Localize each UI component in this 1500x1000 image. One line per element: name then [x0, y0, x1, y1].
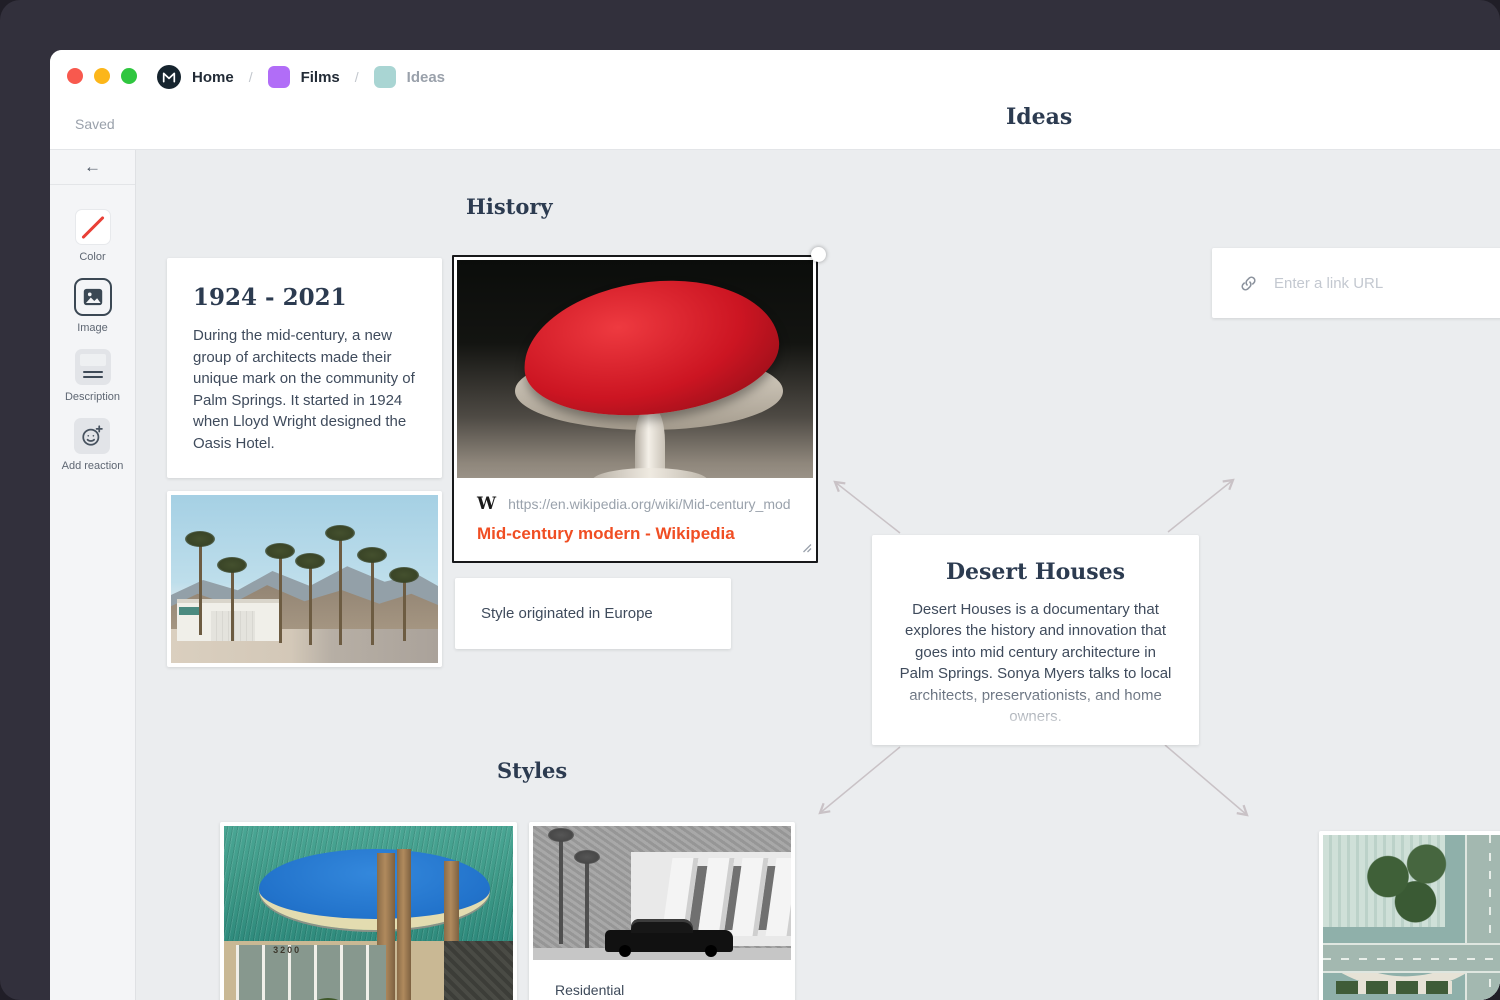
- link-url-input[interactable]: [1272, 274, 1492, 293]
- connector-arrow-bottom-left[interactable]: [820, 747, 900, 813]
- breadcrumb-item-films[interactable]: Films: [301, 69, 340, 86]
- link-icon: [1239, 274, 1258, 293]
- connector-arrow-top-right[interactable]: [1168, 480, 1233, 532]
- note-title: 1924 - 2021: [193, 284, 416, 311]
- connector-arrow-bottom-right[interactable]: [1165, 745, 1247, 815]
- link-url-text: https://en.wikipedia.org/wiki/Mid-centur…: [508, 496, 790, 512]
- resize-handle-icon[interactable]: [801, 540, 812, 558]
- description-icon: [75, 349, 111, 385]
- collapse-sidebar-button[interactable]: ←: [50, 150, 135, 185]
- note-title: Desert Houses: [896, 559, 1175, 585]
- note-text: Style originated in Europe: [481, 605, 653, 622]
- tool-label: Image: [77, 322, 108, 334]
- photo-sign-text: 3200: [273, 945, 301, 955]
- toolbar-sidebar: ← Color Image: [50, 150, 136, 1000]
- palm-springs-street-photo: [171, 495, 438, 663]
- image-card-residential[interactable]: Residential: [529, 822, 795, 1000]
- tool-color[interactable]: Color: [75, 209, 111, 263]
- link-title[interactable]: Mid-century modern - Wikipedia: [477, 524, 793, 544]
- section-heading-styles[interactable]: Styles: [497, 758, 567, 783]
- image-card-palm-springs[interactable]: [167, 491, 442, 667]
- breadcrumb: Home / Films / Ideas: [157, 64, 445, 90]
- image-card-aerial[interactable]: [1319, 831, 1500, 1000]
- link-input-card[interactable]: [1212, 248, 1500, 318]
- note-card-desert-houses[interactable]: Desert Houses Desert Houses is a documen…: [872, 535, 1199, 745]
- link-card-wikipedia[interactable]: W https://en.wikipedia.org/wiki/Mid-cent…: [452, 255, 818, 563]
- note-card-style-origin[interactable]: Style originated in Europe: [455, 578, 731, 649]
- text-fade-overlay: [872, 681, 1199, 745]
- board-swatch-ideas[interactable]: [374, 66, 396, 88]
- tool-description[interactable]: Description: [65, 349, 120, 403]
- tool-label: Add reaction: [62, 460, 124, 472]
- wikipedia-favicon-icon: W: [477, 494, 496, 514]
- breadcrumb-separator: /: [355, 69, 359, 85]
- screen-background: Home / Films / Ideas Saved Ideas ← Color: [0, 0, 1500, 1000]
- tulip-chair-photo: [457, 260, 813, 478]
- header: Home / Films / Ideas Saved Ideas: [50, 50, 1500, 150]
- close-window-button[interactable]: [67, 68, 83, 84]
- breadcrumb-item-home[interactable]: Home: [192, 69, 234, 86]
- image-card-canopy-building[interactable]: 3200: [220, 822, 517, 1000]
- image-caption: Residential: [555, 982, 791, 998]
- tool-add-reaction[interactable]: Add reaction: [62, 418, 124, 472]
- app-window: Home / Films / Ideas Saved Ideas ← Color: [50, 50, 1500, 1000]
- color-swatch-icon: [75, 209, 111, 245]
- add-reaction-icon: [74, 418, 110, 454]
- board-swatch-films[interactable]: [268, 66, 290, 88]
- zoom-window-button[interactable]: [121, 68, 137, 84]
- tool-label: Description: [65, 391, 120, 403]
- canopy-building-photo: 3200: [224, 826, 513, 1000]
- window-controls: [67, 68, 137, 84]
- minimize-window-button[interactable]: [94, 68, 110, 84]
- breadcrumb-item-ideas[interactable]: Ideas: [407, 69, 445, 86]
- breadcrumb-separator: /: [249, 69, 253, 85]
- board-title: Ideas: [1006, 104, 1072, 130]
- connector-arrow-top-left[interactable]: [835, 482, 900, 533]
- tool-list: Color Image: [50, 185, 135, 487]
- residential-bw-photo: [533, 826, 791, 960]
- section-heading-history[interactable]: History: [466, 194, 553, 219]
- save-status: Saved: [75, 116, 115, 132]
- aerial-intersection-photo: [1323, 835, 1500, 1000]
- note-card-1924[interactable]: 1924 - 2021 During the mid-century, a ne…: [167, 258, 442, 478]
- tool-label: Color: [79, 251, 105, 263]
- board-canvas[interactable]: History 1924 - 2021 During the mid-centu…: [136, 150, 1500, 1000]
- image-icon: [74, 278, 112, 316]
- tool-image[interactable]: Image: [74, 278, 112, 334]
- back-arrow-icon: ←: [84, 157, 101, 177]
- milanote-logo-icon[interactable]: [157, 65, 181, 89]
- selection-handle[interactable]: [811, 247, 826, 262]
- note-body: During the mid-century, a new group of a…: [193, 325, 416, 455]
